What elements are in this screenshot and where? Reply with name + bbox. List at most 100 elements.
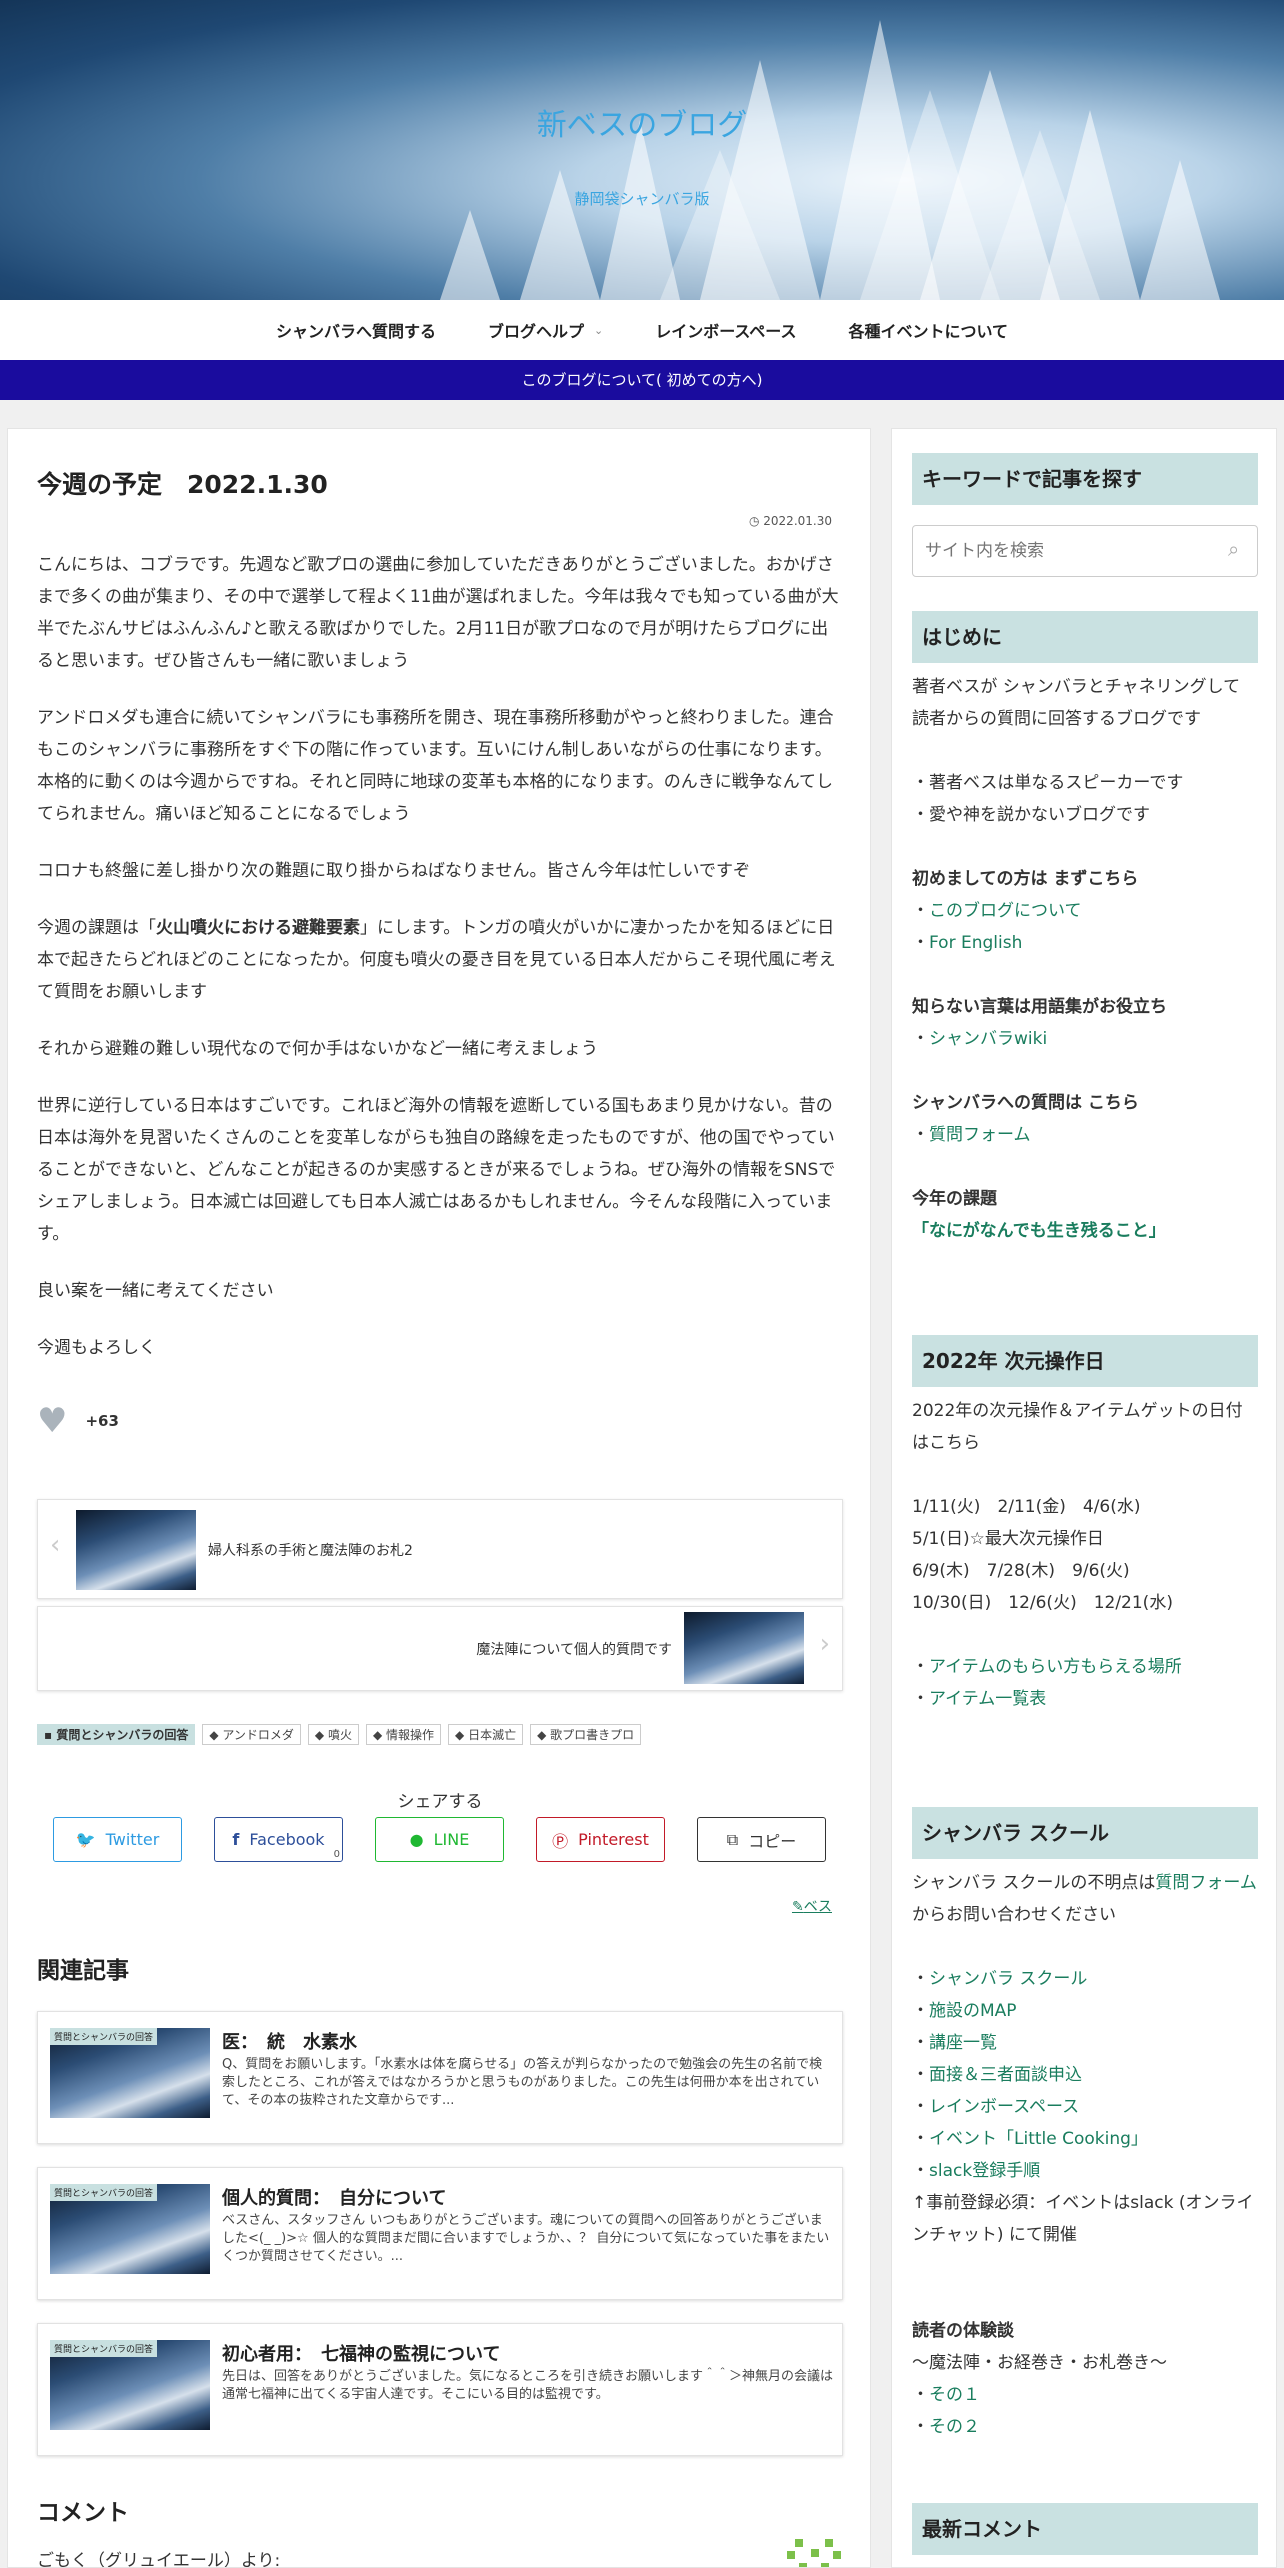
ops-date: 5/1(日)☆最大次元操作日	[912, 1529, 1104, 1549]
line-share-button[interactable]: ● LINE	[375, 1817, 504, 1862]
pencil-icon: ✎	[791, 1899, 804, 1915]
link-row: ・施設のMAP	[912, 2001, 1017, 2021]
reader-story-link[interactable]: その２	[929, 2417, 980, 2437]
copy-icon: ⧉	[726, 1829, 739, 1849]
related-title: 個人的質問： 自分について	[222, 2188, 447, 2209]
ops-heading: 2022年 次元操作日	[912, 1335, 1258, 1387]
like-count: +63	[85, 1412, 119, 1430]
school-link[interactable]: シャンバラ スクール	[929, 1969, 1087, 1989]
related-card[interactable]: 質問とシャンバラの回答 個人的質問： 自分について ベスさん、スタッフさん いつ…	[37, 2167, 843, 2300]
link-row: ・slack登録手順	[912, 2161, 1041, 2181]
category-badge: 質問とシャンバラの回答	[50, 2184, 158, 2201]
tag-link[interactable]: ◆ 歌プロ書きプロ	[530, 1724, 642, 1745]
twitter-share-button[interactable]: 🐦 Twitter	[53, 1817, 182, 1862]
related-title: 初心者用： 七福神の監視について	[222, 2344, 501, 2365]
about-blog-link[interactable]: このブログについて	[929, 901, 1082, 921]
label-text: 初めましての方は まずこちら	[912, 869, 1139, 889]
slack-link[interactable]: slack登録手順	[929, 2161, 1040, 2181]
nav-item-ask-shambhala[interactable]: シャンバラへ質問する	[250, 318, 462, 342]
paragraph: こんにちは、コブラです。先週など歌プロの選曲に参加していただきありがとうございま…	[37, 555, 839, 671]
link-row: ・その２	[912, 2417, 980, 2437]
ops-intro: 2022年の次元操作＆アイテムゲットの日付はこちら	[912, 1401, 1243, 1453]
post-date: ◷ 2022.01.30	[749, 514, 832, 528]
nav-item-events[interactable]: 各種イベントについて	[823, 318, 1035, 342]
course-list-link[interactable]: 講座一覧	[929, 2033, 997, 2053]
next-post-link[interactable]: 魔法陣について個人的質問です ›	[37, 1606, 843, 1691]
theme-row: 「なにがなんでも生き残ること」	[912, 1215, 1258, 1247]
facebook-share-button[interactable]: f Facebook 0	[214, 1817, 343, 1862]
pinterest-icon: Ⓟ	[552, 1831, 569, 1851]
related-card[interactable]: 質問とシャンバラの回答 医： 統 水素水 Q、質問をお願いします。「水素水は体を…	[37, 2011, 843, 2144]
link-row: ・アイテムのもらい方もらえる場所	[912, 1657, 1182, 1677]
nav-label: レインボースペース	[655, 322, 797, 341]
related-snippet: Q、質問をお願いします。「水素水は体を腐らせる」の答えが判らなかったので勉強会の…	[222, 2057, 823, 2108]
tag-link[interactable]: ◆ 日本滅亡	[448, 1724, 524, 1745]
tag-link[interactable]: ◆ 情報操作	[365, 1724, 442, 1745]
event-link[interactable]: イベント「Little Cooking」	[929, 2129, 1148, 2149]
nav-item-rainbow-space[interactable]: レインボースペース	[629, 318, 822, 342]
author-link[interactable]: ✎ベス	[792, 1896, 832, 1916]
related-snippet: 先日は、回答をありがとうございました。気になるところを引き続きお願いします＾＾＞…	[222, 2369, 834, 2402]
question-form-link[interactable]: 質問フォーム	[929, 1125, 1031, 1145]
interview-link[interactable]: 面接＆三者面談申込	[929, 2065, 1082, 2085]
reader-sub: 〜魔法陣・お経巻き・お札巻き〜	[912, 2353, 1167, 2373]
share-label: Facebook	[249, 1830, 325, 1849]
tag-link[interactable]: ◆ 噴火	[307, 1724, 359, 1745]
chevron-left-icon: ‹	[50, 1530, 61, 1560]
label-text: 読者の体験談	[912, 2321, 1014, 2341]
nav-item-blog-help[interactable]: ブログヘルプ ⌄	[462, 318, 629, 342]
items-list-link[interactable]: アイテム一覧表	[929, 1689, 1046, 1709]
share-count: 0	[333, 1849, 340, 1860]
global-nav: シャンバラへ質問する ブログヘルプ ⌄ レインボースペース 各種イベントについて	[0, 300, 1284, 360]
wiki-link[interactable]: シャンバラwiki	[929, 1029, 1047, 1049]
post-thumbnail	[76, 1510, 196, 1590]
nav-label: ブログヘルプ	[487, 322, 584, 341]
site-title[interactable]: 新ベスのブログ	[0, 100, 1284, 144]
question-label: シャンバラへの質問は こちら	[912, 1087, 1258, 1119]
school-question-link[interactable]: 質問フォーム	[1155, 1873, 1257, 1893]
link-row: ・その１	[912, 2385, 980, 2405]
category-badge[interactable]: ▪ 質問とシャンバラの回答	[37, 1724, 196, 1745]
like-widget: ♥ +63	[37, 1401, 119, 1441]
items-guide-link[interactable]: アイテムのもらい方もらえる場所	[929, 1657, 1182, 1677]
post-date-text: 2022.01.30	[763, 514, 832, 528]
ops-date: 10/30(日) 12/6(火) 12/21(水)	[912, 1593, 1173, 1613]
facility-map-link[interactable]: 施設のMAP	[929, 2001, 1017, 2021]
tag-link[interactable]: ◆ アンドロメダ	[202, 1724, 301, 1745]
heart-icon[interactable]: ♥	[37, 1401, 67, 1441]
reader-label: 読者の体験談	[912, 2315, 1258, 2347]
link-row: ・シャンバラ スクール	[912, 1969, 1088, 1989]
paragraph: 良い案を一緒に考えてください	[37, 1281, 274, 1301]
english-link[interactable]: For English	[929, 933, 1022, 953]
search-input[interactable]	[912, 525, 1258, 577]
paragraph: 世界に逆行している日本はすごいです。これほど海外の情報を遮断している国もあまり見…	[37, 1096, 836, 1244]
theme-label: 今年の課題	[912, 1183, 1258, 1215]
paragraph: それから避難の難しい現代なので何か手はないかなど一緒に考えましょう	[37, 1039, 598, 1059]
comments-heading: コメント	[37, 2500, 129, 2526]
category-label: 質問とシャンバラの回答	[56, 1728, 189, 1742]
share-label: コピー	[748, 1831, 797, 1851]
pinterest-share-button[interactable]: Ⓟ Pinterest	[536, 1817, 665, 1862]
snow-crystal-image	[440, 20, 1220, 300]
post-content: こんにちは、コブラです。先週など歌プロの選曲に参加していただきありがとうございま…	[37, 549, 843, 1389]
recent-comments-heading: 最新コメント	[912, 2503, 1258, 2555]
rainbow-space-link[interactable]: レインボースペース	[929, 2097, 1079, 2117]
reader-story-link[interactable]: その１	[929, 2385, 980, 2405]
tag-label: アンドロメダ	[222, 1728, 294, 1742]
related-heading: 関連記事	[37, 1958, 129, 1984]
tag-label: 情報操作	[386, 1728, 435, 1742]
link-row: ・面接＆三者面談申込	[912, 2065, 1082, 2085]
intro-text: 著者ベスが シャンバラとチャネリングして 読者からの質問に回答するブログです	[912, 677, 1241, 729]
search-widget-heading: キーワードで記事を探す	[912, 453, 1258, 505]
notice-bar[interactable]: このブログについて( 初めての方へ)	[0, 360, 1284, 400]
intro-bullet: ・著者ベスは単なるスピーカーです	[912, 773, 1184, 793]
sidebar: キーワードで記事を探す ⌕ はじめに 著者ベスが シャンバラとチャネリングして …	[891, 428, 1277, 2568]
search-icon[interactable]: ⌕	[1228, 537, 1239, 561]
facebook-icon: f	[232, 1830, 240, 1849]
related-card[interactable]: 質問とシャンバラの回答 初心者用： 七福神の監視について 先日は、回答をありがと…	[37, 2323, 843, 2456]
school-heading: シャンバラ スクール	[912, 1807, 1258, 1859]
prev-post-link[interactable]: ‹ 婦人科系の手術と魔法陣のお札2	[37, 1499, 843, 1599]
copy-button[interactable]: ⧉ コピー	[697, 1817, 826, 1862]
paragraph: アンドロメダも連合に続いてシャンバラにも事務所を開き、現在事務所移動がやっと終わ…	[37, 708, 834, 824]
theme-link[interactable]: 「なにがなんでも生き残ること」	[912, 1221, 1166, 1241]
